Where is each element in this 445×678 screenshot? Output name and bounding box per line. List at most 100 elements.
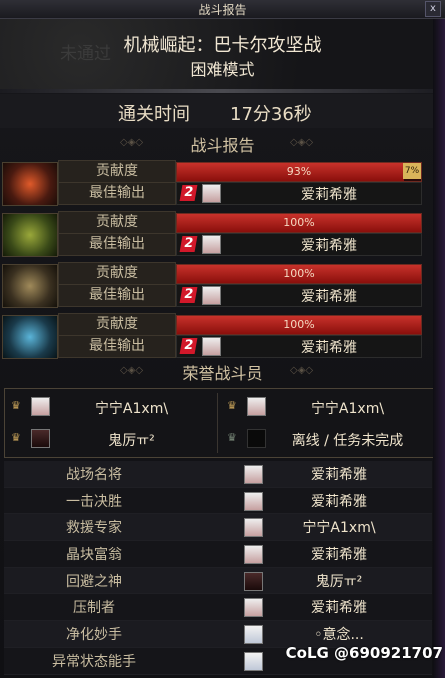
award-title: 压制者 xyxy=(73,600,115,617)
award-title: 净化妙手 xyxy=(66,627,122,644)
award-player: 鬼厉ㅠ² xyxy=(315,573,363,590)
watermark: CoLG @690921707 xyxy=(285,644,443,662)
honor-member[interactable]: ♛ 鬼厉ㅠ² xyxy=(9,425,214,453)
window-title: 战斗报告 xyxy=(198,3,247,17)
top-dps-label: 最佳输出 xyxy=(58,335,176,358)
boss-portrait-icon xyxy=(2,264,58,308)
table-row: 战场名将 爱莉希雅 xyxy=(4,461,432,488)
award-title: 回避之神 xyxy=(66,573,122,590)
rank-badge-icon: 2 xyxy=(179,338,198,354)
honor-member[interactable]: ♛ 离线 / 任务未完成 xyxy=(225,425,430,453)
crown-icon: ♛ xyxy=(11,431,21,444)
honor-heading: 荣誉战斗员 xyxy=(182,364,263,383)
close-button[interactable]: x xyxy=(425,1,441,17)
battle-report-heading: 战斗报告 xyxy=(190,136,255,155)
top-dps-value: 2 爱莉希雅 xyxy=(176,182,422,205)
boss-portrait-icon xyxy=(2,315,58,359)
ornament-right-icon: ◇◈◇ xyxy=(290,365,314,376)
divider xyxy=(0,89,445,93)
boss-portrait-icon xyxy=(2,162,58,206)
contribution-label: 贡献度 xyxy=(58,313,176,336)
crown-icon: ♛ xyxy=(227,431,237,444)
contribution-label: 贡献度 xyxy=(58,262,176,285)
top-player-name: 爱莉希雅 xyxy=(301,238,357,254)
top-player-name: 爱莉希雅 xyxy=(301,289,357,305)
crown-icon: ♛ xyxy=(11,399,21,412)
avatar xyxy=(244,651,263,671)
award-player: 爱莉希雅 xyxy=(311,547,367,564)
top-dps-label: 最佳输出 xyxy=(58,233,176,256)
avatar xyxy=(244,545,263,565)
avatar xyxy=(244,571,263,591)
clear-time-label: 通关时间 xyxy=(118,104,190,125)
background-edge xyxy=(433,19,445,678)
table-row: 晶块富翁 爱莉希雅 xyxy=(4,541,432,568)
clear-time-value: 17分36秒 xyxy=(230,104,312,125)
crown-icon: ♛ xyxy=(227,399,237,412)
contribution-bar: 100% xyxy=(176,315,422,335)
table-row: 回避之神 鬼厉ㅠ² xyxy=(4,567,432,595)
dungeon-name: 机械崛起：巴卡尔攻坚战 xyxy=(123,35,322,56)
ornament-right-icon: ◇◈◇ xyxy=(290,137,314,148)
member-name: 鬼厉ㅠ² xyxy=(108,433,155,449)
table-row: 一击决胜 爱莉希雅 xyxy=(4,487,432,515)
avatar xyxy=(244,598,263,618)
divider xyxy=(217,393,218,453)
award-title: 战场名将 xyxy=(66,467,122,483)
boss-row: 贡献度 93% 7% 最佳输出 2 爱莉希雅 xyxy=(0,160,425,206)
contribution-label: 贡献度 xyxy=(58,160,176,183)
avatar xyxy=(244,518,263,538)
avatar xyxy=(247,429,266,448)
top-dps-value: 2 爱莉希雅 xyxy=(176,335,422,358)
avatar xyxy=(244,465,263,484)
title-bar: 战斗报告 x xyxy=(0,0,445,19)
avatar xyxy=(202,235,221,254)
avatar xyxy=(244,491,263,511)
avatar xyxy=(202,184,221,203)
avatar xyxy=(202,337,221,356)
top-player-name: 爱莉希雅 xyxy=(301,340,357,356)
honor-member[interactable]: ♛ 宁宁A1xm\ xyxy=(225,393,430,421)
contribution-percent: 100% xyxy=(283,267,315,280)
boss-portrait-icon xyxy=(2,213,58,257)
award-player: 宁宁A1xm\ xyxy=(302,520,376,537)
contribution-percent: 100% xyxy=(283,216,315,229)
award-title: 异常状态能手 xyxy=(52,653,136,670)
rank-badge-icon: 2 xyxy=(179,287,198,303)
top-dps-value: 2 爱莉希雅 xyxy=(176,233,422,256)
rank-badge-icon: 2 xyxy=(179,236,198,252)
avatar xyxy=(244,625,263,645)
contribution-percent: 93% xyxy=(286,165,312,178)
secondary-percent: 7% xyxy=(403,163,421,179)
award-player: 爱莉希雅 xyxy=(311,467,367,483)
top-dps-label: 最佳输出 xyxy=(58,182,176,205)
avatar xyxy=(31,429,50,448)
award-title: 救援专家 xyxy=(66,520,122,537)
battle-report-window: 战斗报告 x 未通过 机械崛起：巴卡尔攻坚战 困难模式 通关时间 17分36秒 … xyxy=(0,0,445,678)
avatar xyxy=(247,397,266,416)
member-name: 宁宁A1xm\ xyxy=(310,401,385,417)
table-row: 救援专家 宁宁A1xm\ xyxy=(4,514,432,542)
avatar xyxy=(202,286,221,305)
contribution-bar: 93% 7% xyxy=(176,162,422,182)
award-title: 一击决胜 xyxy=(66,493,122,510)
boss-row: 贡献度 100% 最佳输出 2 爱莉希雅 xyxy=(0,313,425,359)
contribution-bar: 100% xyxy=(176,213,422,233)
award-player: 爱莉希雅 xyxy=(311,600,367,617)
top-player-name: 爱莉希雅 xyxy=(301,187,357,203)
honor-member[interactable]: ♛ 宁宁A1xm\ xyxy=(9,393,214,421)
dungeon-header: 未通过 机械崛起：巴卡尔攻坚战 困难模式 xyxy=(0,19,445,89)
member-name: 离线 / 任务未完成 xyxy=(291,433,404,449)
contribution-label: 贡献度 xyxy=(58,211,176,234)
boss-row: 贡献度 100% 最佳输出 2 爱莉希雅 xyxy=(0,262,425,308)
award-player: ◦意念... xyxy=(314,627,364,644)
clear-time-row: 通关时间 17分36秒 xyxy=(0,94,445,128)
top-dps-label: 最佳输出 xyxy=(58,284,176,307)
awards-table: 战场名将 爱莉希雅 一击决胜 爱莉希雅 救援专家 宁宁A1xm\ 晶块富翁 爱莉… xyxy=(4,461,432,675)
contribution-bar: 100% xyxy=(176,264,422,284)
award-player: 爱莉希雅 xyxy=(311,493,367,510)
top-dps-value: 2 爱莉希雅 xyxy=(176,284,422,307)
honor-panel: ♛ 宁宁A1xm\ ♛ 宁宁A1xm\ ♛ 鬼厉ㅠ² ♛ 离线 / 任务未完成 xyxy=(4,388,438,458)
avatar xyxy=(31,397,50,416)
table-row: 压制者 爱莉希雅 xyxy=(4,594,432,622)
